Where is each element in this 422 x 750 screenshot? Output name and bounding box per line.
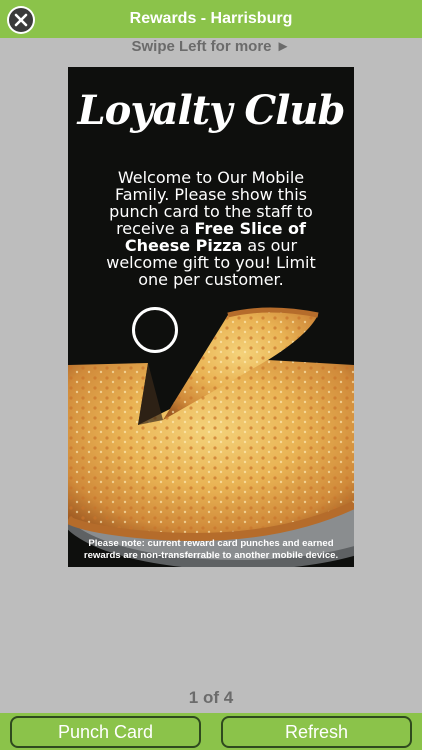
reward-card[interactable]: Loyalty Club Welcome to Our Mobile Famil… [68, 67, 354, 567]
punch-card-button[interactable]: Punch Card [10, 716, 201, 748]
top-bar: Rewards - Harrisburg [0, 0, 422, 38]
card-message: Welcome to Our Mobile Family. Please sho… [94, 169, 328, 288]
page-title: Rewards - Harrisburg [129, 10, 293, 27]
swipe-hint: Swipe Left for more ► [131, 38, 291, 55]
pizza-image [68, 307, 354, 567]
note-line-2: rewards are non-transferrable to another… [83, 550, 339, 561]
refresh-button[interactable]: Refresh [221, 716, 412, 748]
brand-title: Loyalty Club [77, 87, 346, 134]
transfer-note: Please note: current reward card punches… [68, 538, 354, 562]
punch-marker [132, 307, 178, 353]
close-button[interactable] [7, 6, 35, 34]
page-indicator: 1 of 4 [188, 688, 234, 707]
close-icon [9, 8, 33, 32]
bottom-bar: Punch Card Refresh [0, 713, 422, 750]
note-line-1: Please note: current reward card punches… [88, 538, 334, 549]
